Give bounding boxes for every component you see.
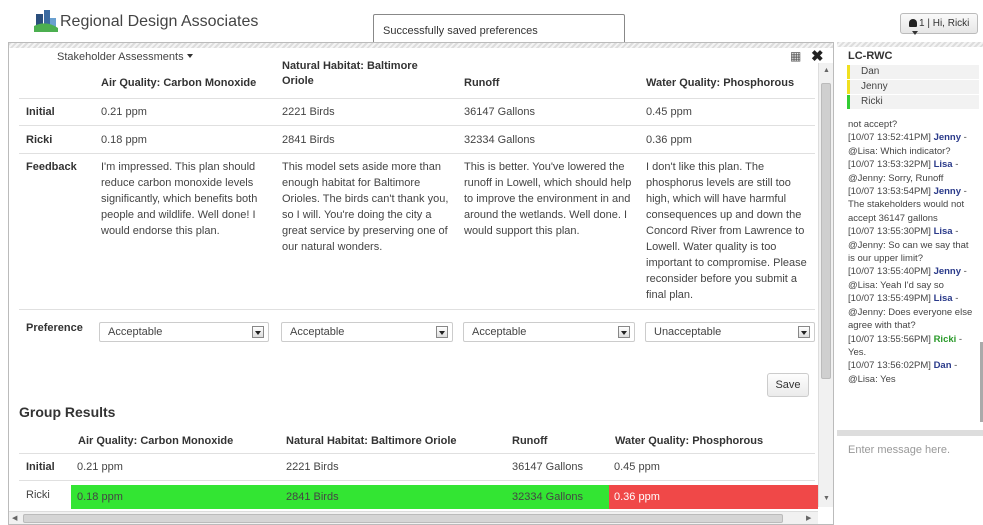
feedback-text: This is better. You've lowered the runof… — [464, 161, 632, 237]
chat-message: [10/07 13:53:32PM] Lisa - @Jenny: Sorry,… — [848, 159, 959, 184]
divider — [19, 453, 815, 454]
member-ricki[interactable]: Ricki — [847, 95, 979, 109]
brand-name: Regional Design Associates — [60, 13, 259, 30]
user-menu-button[interactable]: 1 | Hi, Ricki — [900, 13, 978, 35]
divider — [19, 125, 815, 126]
horizontal-scrollbar[interactable]: ◀ ▶ — [9, 511, 818, 524]
chat-message: [10/07 13:53:54PM] Jenny - The stakehold… — [848, 186, 967, 224]
chevron-down-icon — [186, 54, 193, 58]
preference-select-habitat[interactable]: Acceptable — [281, 322, 453, 342]
table-cell: 32334 Gallons — [464, 134, 535, 146]
row-label-ricki: Ricki — [26, 489, 50, 501]
chevron-down-icon — [912, 31, 918, 35]
chevron-down-icon[interactable]: ▼ — [823, 495, 830, 502]
chevron-down-icon — [618, 326, 630, 338]
column-header: Natural Habitat: Baltimore Oriole — [282, 60, 418, 87]
panel-title-dropdown[interactable]: Stakeholder Assessments — [57, 51, 193, 63]
group-results-title: Group Results — [19, 404, 116, 420]
report-icon[interactable]: ▦ — [790, 49, 801, 63]
logo-icon — [34, 10, 58, 32]
member-dan[interactable]: Dan — [847, 65, 979, 79]
column-header: Water Quality: Phosphorous — [615, 435, 764, 447]
chevron-down-icon — [436, 326, 448, 338]
chevron-left-icon[interactable]: ◀ — [12, 514, 17, 522]
divider — [19, 480, 815, 481]
chat-message: [10/07 13:55:49PM] Lisa - @Jenny: Does e… — [848, 293, 973, 332]
chat-message: [10/07 13:55:40PM] Jenny - @Lisa: Yeah I… — [848, 266, 967, 291]
table-cell: 2221 Birds — [282, 106, 335, 118]
chat-message: not accept? — [848, 119, 898, 130]
preference-select-air-quality[interactable]: Acceptable — [99, 322, 269, 342]
panel-drag-handle[interactable] — [9, 43, 833, 48]
column-header: Air Quality: Carbon Monoxide — [101, 77, 257, 89]
chevron-down-icon — [798, 326, 810, 338]
scrollbar-thumb[interactable] — [23, 514, 783, 523]
save-button[interactable]: Save — [767, 373, 809, 397]
table-cell: 0.45 ppm — [614, 461, 660, 473]
vertical-scrollbar[interactable]: ▲ ▼ — [818, 63, 833, 507]
table-cell: 2841 Birds — [286, 491, 339, 503]
table-cell: 36147 Gallons — [512, 461, 583, 473]
column-header: Runoff — [464, 77, 500, 89]
member-jenny[interactable]: Jenny — [847, 80, 979, 94]
column-header: Natural Habitat: Baltimore Oriole — [286, 435, 457, 447]
preference-select-runoff[interactable]: Acceptable — [463, 322, 635, 342]
column-header: Runoff — [512, 435, 548, 447]
feedback-text: I don't like this plan. The phosphorus l… — [646, 161, 807, 301]
row-label-feedback: Feedback — [26, 161, 77, 173]
table-cell: 32334 Gallons — [512, 491, 583, 503]
chevron-down-icon — [252, 326, 264, 338]
row-label-initial: Initial — [26, 106, 55, 118]
chat-room-title: LC-RWC — [848, 50, 893, 62]
chat-drag-handle[interactable] — [837, 42, 983, 47]
divider — [19, 309, 815, 310]
row-label-ricki: Ricki — [26, 134, 53, 146]
preference-select-water-quality[interactable]: Unacceptable — [645, 322, 815, 342]
column-header: Water Quality: Phosphorous — [646, 77, 795, 89]
stakeholder-panel: Stakeholder Assessments ▦ ✖ Air Quality:… — [8, 42, 834, 525]
chat-message: [10/07 13:55:30PM] Lisa - @Jenny: So can… — [848, 226, 969, 265]
chat-message-input[interactable]: Enter message here. — [848, 440, 978, 480]
divider — [19, 153, 815, 154]
chat-message: [10/07 13:52:41PM] Jenny - @Lisa: Which … — [848, 132, 967, 157]
table-cell: 0.18 ppm — [77, 491, 123, 503]
user-menu-label: 1 | Hi, Ricki — [919, 18, 970, 29]
row-label-initial: Initial — [26, 461, 55, 473]
table-cell: 2221 Birds — [286, 461, 339, 473]
table-cell: 0.21 ppm — [77, 461, 123, 473]
chat-messages: not accept? [10/07 13:52:41PM] Jenny - @… — [848, 118, 978, 422]
chat-panel: LC-RWC Dan Jenny Ricki not accept? [10/0… — [837, 42, 983, 525]
divider — [19, 98, 815, 99]
chevron-up-icon[interactable]: ▲ — [823, 67, 830, 74]
row-label-preference: Preference — [26, 322, 83, 334]
table-cell: 0.45 ppm — [646, 106, 692, 118]
chat-message: [10/07 13:56:02PM] Dan - @Lisa: Yes — [848, 360, 958, 385]
table-cell: 36147 Gallons — [464, 106, 535, 118]
table-cell: 2841 Birds — [282, 134, 335, 146]
feedback-text: This model sets aside more than enough h… — [282, 161, 449, 253]
top-bar: Regional Design Associates Successfully … — [0, 0, 983, 45]
save-notification: Successfully saved preferences — [373, 14, 625, 45]
table-cell: 0.36 ppm — [646, 134, 692, 146]
chat-message: [10/07 13:55:56PM] Ricki - Yes. — [848, 333, 963, 358]
chevron-right-icon[interactable]: ▶ — [806, 514, 811, 522]
table-cell: 0.18 ppm — [101, 134, 147, 146]
feedback-text: I'm impressed. This plan should reduce c… — [101, 161, 258, 237]
column-header: Air Quality: Carbon Monoxide — [78, 435, 234, 447]
chat-divider — [837, 430, 983, 436]
result-cell-unacceptable: 0.36 ppm — [609, 485, 818, 509]
bell-icon — [909, 19, 917, 27]
scrollbar-thumb[interactable] — [821, 83, 831, 379]
table-cell: 0.21 ppm — [101, 106, 147, 118]
